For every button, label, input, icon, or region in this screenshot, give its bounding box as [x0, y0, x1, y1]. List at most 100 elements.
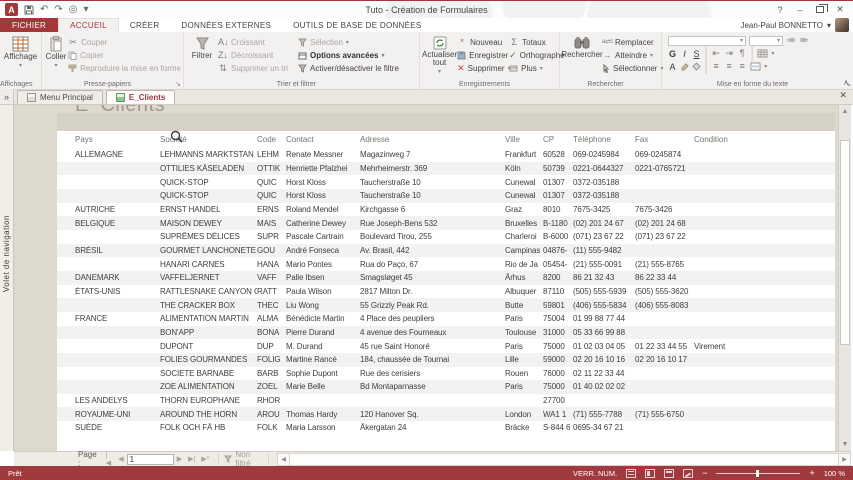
next-record-button[interactable]: ▶	[174, 455, 185, 463]
table-cell[interactable]: Av. Brasil, 442	[360, 246, 505, 255]
table-cell[interactable]: 55 Grizzly Peak Rd.	[360, 301, 505, 310]
restore-button[interactable]	[811, 3, 829, 17]
table-cell[interactable]: B-6000	[543, 232, 573, 241]
table-cell[interactable]: Rua do Paço, 67	[360, 260, 505, 269]
column-header[interactable]: Ville	[505, 135, 543, 144]
table-cell[interactable]: (21) 555-0091	[573, 260, 635, 269]
table-cell[interactable]: ERNST HANDEL	[160, 205, 257, 214]
table-cell[interactable]: 8200	[543, 273, 573, 282]
totals-button[interactable]: ΣTotaux	[509, 36, 559, 48]
table-cell[interactable]: (406) 555-5834	[573, 301, 635, 310]
table-cell[interactable]: MAIS	[257, 219, 286, 228]
table-cell[interactable]: BONA	[257, 328, 286, 337]
table-cell[interactable]: Taucherstraße 10	[360, 178, 505, 187]
table-cell[interactable]: 0695-34 67 21	[573, 423, 635, 432]
table-row[interactable]: BON'APPBONAPierre Durand4 avenue des Fou…	[57, 326, 835, 340]
table-cell[interactable]: Renate Messner	[286, 150, 360, 159]
table-cell[interactable]: (11) 555-9482	[573, 246, 635, 255]
table-cell[interactable]: OTTILIES KÄSELADEN	[160, 164, 257, 173]
table-cell[interactable]: Maria Larsson	[286, 423, 360, 432]
table-cell[interactable]: FOLK	[257, 423, 286, 432]
table-cell[interactable]: 75004	[543, 314, 573, 323]
table-row[interactable]: ÉTATS-UNISRATTLESNAKE CANYON GRATTPaula …	[57, 285, 835, 299]
table-cell[interactable]: SUÈDE	[75, 423, 160, 432]
table-cell[interactable]: Cunewal	[505, 191, 543, 200]
table-cell[interactable]: MAISON DEWEY	[160, 219, 257, 228]
bold-button[interactable]: G	[668, 49, 677, 59]
table-cell[interactable]: Pierre Durand	[286, 328, 360, 337]
table-cell[interactable]: 31000	[543, 328, 573, 337]
sort-descending-button[interactable]: Z↓Décroissant	[218, 49, 298, 61]
column-header[interactable]: CP	[543, 135, 573, 144]
align-left-icon[interactable]: ≡	[711, 62, 721, 71]
table-cell[interactable]: HANARI CARNES	[160, 260, 257, 269]
new-record-button[interactable]: *Nouveau	[457, 36, 509, 48]
table-row[interactable]: FRANCEALIMENTATION MARTINALMABénédicte M…	[57, 312, 835, 326]
table-cell[interactable]: Horst Kloss	[286, 178, 360, 187]
table-cell[interactable]: Åkergatan 24	[360, 423, 505, 432]
table-row[interactable]: DANEMARKVAFFELJERNETVAFFPalle IbsenSmags…	[57, 271, 835, 285]
table-row[interactable]: QUICK-STOPQUICHorst KlossTaucherstraße 1…	[57, 175, 835, 189]
selection-button[interactable]: Sélection▾	[298, 36, 416, 48]
table-cell[interactable]: 069-0245984	[573, 150, 635, 159]
table-cell[interactable]: 76000	[543, 369, 573, 378]
table-cell[interactable]: THEC	[257, 301, 286, 310]
table-row[interactable]: FOLIES GOURMANDESFOLIGMartine Rancé184, …	[57, 353, 835, 367]
table-cell[interactable]: 05454-	[543, 260, 573, 269]
find-button[interactable]: Rechercher	[562, 34, 602, 78]
table-cell[interactable]: London	[505, 410, 543, 419]
table-cell[interactable]: AROUND THE HORN	[160, 410, 257, 419]
text-direction-icon[interactable]: ¶	[737, 49, 747, 58]
table-cell[interactable]: BRÉSIL	[75, 246, 160, 255]
table-row[interactable]: BRÉSILGOURMET LANCHONETEGOUAndré Fonseca…	[57, 244, 835, 258]
table-cell[interactable]: Mehrheimerstr. 369	[360, 164, 505, 173]
vertical-scrollbar-thumb[interactable]	[840, 140, 850, 345]
table-cell[interactable]: Kirchgasse 6	[360, 205, 505, 214]
tab-fichier[interactable]: FICHIER	[0, 18, 58, 32]
table-cell[interactable]: FOLIES GOURMANDES	[160, 355, 257, 364]
table-cell[interactable]: AUTRICHE	[75, 205, 160, 214]
table-cell[interactable]: Campinas	[505, 246, 543, 255]
copy-button[interactable]: Copier	[68, 49, 181, 61]
table-cell[interactable]: THORN EUROPHANE	[160, 396, 257, 405]
table-cell[interactable]: DUPONT	[160, 342, 257, 351]
highlight-color-icon[interactable]	[680, 62, 689, 71]
save-record-button[interactable]: Enregistrer	[457, 49, 509, 61]
new-record-button[interactable]: ▶*	[198, 455, 212, 463]
scroll-left-icon[interactable]: ◀	[278, 454, 289, 465]
table-cell[interactable]: QUICK-STOP	[160, 178, 257, 187]
table-cell[interactable]: 184, chaussée de Tournai	[360, 355, 505, 364]
table-cell[interactable]: 4 Place des peupliers	[360, 314, 505, 323]
table-cell[interactable]: M. Durand	[286, 342, 360, 351]
table-cell[interactable]: B-1180	[543, 219, 573, 228]
table-cell[interactable]: Köln	[505, 164, 543, 173]
datasheet-view-icon[interactable]	[626, 469, 636, 478]
table-cell[interactable]: Mario Pontes	[286, 260, 360, 269]
column-header[interactable]: Condition	[694, 135, 734, 144]
table-cell[interactable]: Smagsløget 45	[360, 273, 505, 282]
collapse-ribbon-icon[interactable]: ∧	[843, 78, 849, 87]
close-button[interactable]: ✕	[831, 3, 849, 17]
table-cell[interactable]: 87110	[543, 287, 573, 296]
table-cell[interactable]: (071) 23 67 22	[573, 232, 635, 241]
table-cell[interactable]: 01 40 02 02 02	[573, 382, 635, 391]
table-cell[interactable]: 01 02 03 04 05	[573, 342, 635, 351]
cut-button[interactable]: ✂Couper	[68, 36, 181, 48]
access-app-icon[interactable]: A	[5, 3, 18, 16]
table-cell[interactable]: ZOEL	[257, 382, 286, 391]
table-cell[interactable]: 0221-0765721	[635, 164, 694, 173]
touch-mode-icon[interactable]: ◎	[69, 5, 78, 15]
table-cell[interactable]: 0221-0644327	[573, 164, 635, 173]
table-cell[interactable]: (505) 555-3620	[635, 287, 694, 296]
doc-tab-menu-principal[interactable]: Menu Principal	[17, 90, 103, 104]
table-cell[interactable]: 02 11 22 33 44	[573, 369, 635, 378]
spelling-button[interactable]: ✓Orthographe	[509, 49, 559, 61]
table-cell[interactable]: Rouen	[505, 369, 543, 378]
remove-sort-button[interactable]: ⇅Supprimer un tri	[218, 62, 298, 74]
table-cell[interactable]: Bruxelles	[505, 219, 543, 228]
refresh-all-button[interactable]: Actualiser tout ▾	[422, 34, 457, 78]
table-cell[interactable]: Henriette Pfalzhei	[286, 164, 360, 173]
table-cell[interactable]: Bd Montaparnasse	[360, 382, 505, 391]
table-cell[interactable]: Cunewal	[505, 178, 543, 187]
table-cell[interactable]: HANA	[257, 260, 286, 269]
